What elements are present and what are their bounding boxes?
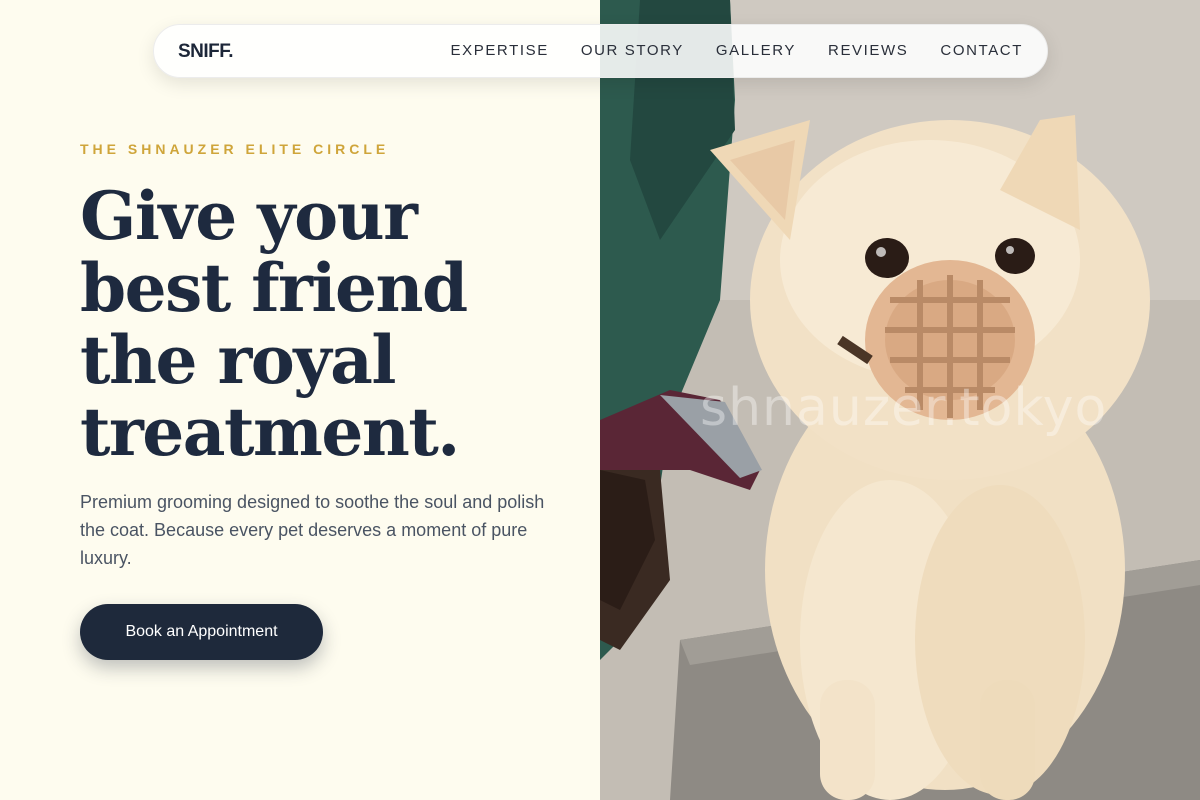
headline-line-1: Give your	[80, 177, 418, 255]
nav-link-reviews[interactable]: REVIEWS	[828, 42, 908, 59]
nav-link-contact[interactable]: CONTACT	[940, 42, 1023, 59]
headline-line-4: treatment.	[80, 393, 460, 471]
nav-link-gallery[interactable]: GALLERY	[716, 42, 796, 59]
headline-line-2: best friend	[80, 249, 468, 327]
hero-photo: shnauzer.tokyo	[600, 0, 1200, 800]
nav-link-our-story[interactable]: OUR STORY	[581, 42, 684, 59]
nav-link-expertise[interactable]: EXPERTISE	[451, 42, 549, 59]
headline-line-3: the royal	[80, 321, 396, 399]
nav-links: EXPERTISE OUR STORY GALLERY REVIEWS CONT…	[451, 42, 1023, 59]
hero-subtext: Premium grooming designed to soothe the …	[80, 492, 545, 568]
brand-logo[interactable]: SNIFF.	[178, 41, 234, 63]
book-appointment-button[interactable]: Book an Appointment	[80, 604, 323, 660]
top-navbar: SNIFF. EXPERTISE OUR STORY GALLERY REVIE…	[153, 24, 1048, 78]
hero-eyebrow: THE SHNAUZER ELITE CIRCLE	[80, 141, 390, 157]
hero-headline: Give your best friend the royal treatmen…	[80, 180, 560, 468]
photo-watermark: shnauzer.tokyo	[700, 378, 1108, 438]
